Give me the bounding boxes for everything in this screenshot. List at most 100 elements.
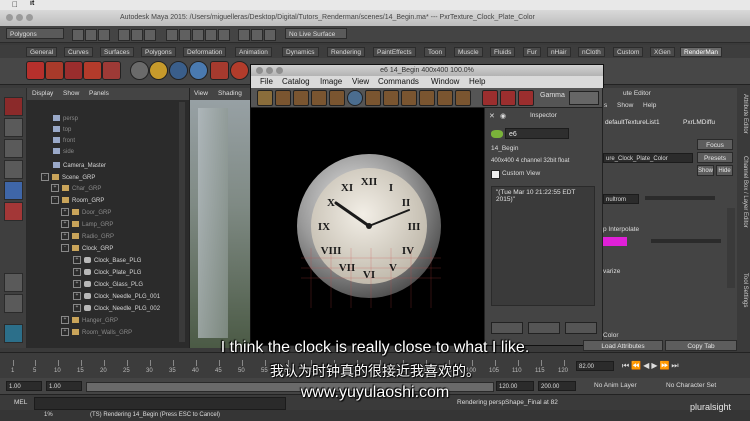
expand-icon[interactable]: + [61, 316, 69, 325]
outliner-item[interactable]: + Door_GRP [61, 208, 111, 219]
outliner-item[interactable]: Camera_Master [53, 161, 106, 172]
expand-icon[interactable]: + [73, 280, 81, 289]
outliner-item[interactable]: top [53, 125, 71, 136]
first-frame-icon[interactable] [482, 90, 498, 106]
shelf-tab-muscle[interactable]: Muscle [454, 47, 483, 57]
move-tool-icon[interactable] [4, 160, 23, 179]
menu-set-dropdown[interactable]: Polygons [6, 28, 64, 39]
crop-icon[interactable] [257, 90, 273, 106]
sun-light-icon[interactable] [149, 61, 168, 80]
custom-view-checkbox[interactable] [491, 170, 500, 179]
viewport-menu-view[interactable]: View [194, 90, 208, 97]
inspector-button-3[interactable] [565, 322, 597, 334]
paint-select-tool-icon[interactable] [4, 139, 23, 158]
inspector-button-1[interactable] [491, 322, 523, 334]
snap-grid-icon[interactable] [166, 29, 178, 41]
select-hierarchy-icon[interactable] [118, 29, 130, 41]
scale-tool-icon[interactable] [4, 202, 23, 221]
outliner-item[interactable]: + Lamp_GRP [61, 220, 113, 231]
zoom-window-button[interactable] [26, 14, 33, 21]
shelf-tab-renderman[interactable]: RenderMan [680, 47, 722, 57]
renderman-render-icon[interactable] [26, 61, 45, 80]
render-menu-view[interactable]: View [352, 77, 369, 86]
render-current-icon[interactable] [238, 29, 250, 41]
renderman-ipr-icon[interactable] [45, 61, 64, 80]
viewport-panel[interactable]: View Shading [190, 88, 250, 348]
hide-button[interactable]: Hide [716, 165, 733, 176]
rotate-tool-icon[interactable] [4, 181, 23, 200]
expand-icon[interactable]: + [61, 328, 69, 337]
close-window-button[interactable] [256, 67, 263, 74]
pxr-texture-icon[interactable] [230, 61, 249, 80]
outliner-item[interactable]: + Room_Walls_GRP [61, 328, 132, 339]
env-light-icon[interactable] [169, 61, 188, 80]
shelf-tab-painteffects[interactable]: PaintEffects [373, 47, 416, 57]
show-button[interactable]: Show [697, 165, 714, 176]
zoom-window-button[interactable] [276, 67, 283, 74]
collapse-icon[interactable]: - [41, 173, 49, 182]
single-pane-layout-icon[interactable] [4, 273, 23, 292]
outliner-item[interactable]: - Clock_GRP [61, 244, 113, 255]
outliner-item[interactable]: + Clock_Needle_PLG_001 [73, 292, 160, 303]
display-real-size-icon[interactable] [419, 90, 435, 106]
close-window-button[interactable] [6, 14, 13, 21]
shelf-tab-xgen[interactable]: XGen [650, 47, 675, 57]
shelf-tab-deformation[interactable]: Deformation [183, 47, 227, 57]
outliner-item[interactable]: side [53, 147, 74, 158]
expand-icon[interactable]: + [73, 256, 81, 265]
snap-point-icon[interactable] [192, 29, 204, 41]
minimize-window-button[interactable] [16, 14, 23, 21]
color-picker-icon[interactable] [455, 90, 471, 106]
shelf-tab-rendering[interactable]: Rendering [327, 47, 365, 57]
outliner-item[interactable]: - Scene_GRP [41, 173, 95, 184]
refresh-icon[interactable] [365, 90, 381, 106]
inspector-eye-icon[interactable]: ◉ [500, 112, 506, 120]
pxr-material-icon[interactable] [210, 61, 229, 80]
color-slider[interactable] [651, 239, 721, 243]
outliner-item[interactable]: + Clock_Needle_PLG_002 [73, 304, 160, 315]
shelf-tab-polygons[interactable]: Polygons [141, 47, 176, 57]
shelf-tab-toon[interactable]: Toon [424, 47, 447, 57]
shelf-tab-surfaces[interactable]: Surfaces [100, 47, 134, 57]
render-settings-icon[interactable] [264, 29, 276, 41]
ae-tab-texture-list[interactable]: defaultTextureList1 [605, 119, 660, 126]
display-rgb-icon[interactable] [383, 90, 399, 106]
renderman-batch-icon[interactable] [83, 61, 102, 80]
shelf-tab-general[interactable]: General [26, 47, 58, 57]
display-alpha-icon[interactable] [401, 90, 417, 106]
outliner-item[interactable]: front [53, 136, 75, 147]
node-name-field[interactable]: ure_Clock_Plate_Color [603, 153, 693, 163]
outliner-menu-display[interactable]: Display [32, 90, 53, 97]
filter-dropdown[interactable]: nultrom [603, 194, 639, 204]
exposure-icon[interactable] [437, 90, 453, 106]
snapshot-icon[interactable] [293, 90, 309, 106]
image-name-field[interactable]: e6 [505, 128, 569, 139]
ae-tab-pxrlmdiffuse[interactable]: PxrLMDiffu [683, 119, 715, 126]
ipr-icon[interactable] [347, 90, 363, 106]
sphere-light-icon[interactable] [189, 61, 208, 80]
rendered-image[interactable]: XII I II III IV V VI VII VIII IX X XI [251, 108, 484, 345]
outliner-item[interactable]: + Hanger_GRP [61, 316, 118, 327]
shelf-tab-ncloth[interactable]: nCloth [578, 47, 605, 57]
expand-icon[interactable]: + [61, 220, 69, 229]
image-notes[interactable]: "(Tue Mar 10 21:22:55 EDT 2015)" [491, 186, 595, 306]
renderman-lights-icon[interactable] [102, 61, 121, 80]
save-scene-icon[interactable] [98, 29, 110, 41]
outliner-menu-show[interactable]: Show [63, 90, 79, 97]
shelf-tab-curves[interactable]: Curves [64, 47, 93, 57]
shelf-tab-fur[interactable]: Fur [523, 47, 541, 57]
outliner-item[interactable]: + Clock_Glass_PLG [73, 280, 143, 291]
ae-menu-list[interactable]: s [604, 102, 607, 109]
ipr-render-icon[interactable] [251, 29, 263, 41]
minimize-window-button[interactable] [266, 67, 273, 74]
expand-icon[interactable]: + [61, 208, 69, 217]
shelf-tab-dynamics[interactable]: Dynamics [282, 47, 319, 57]
eye-icon[interactable] [130, 61, 149, 80]
shelf-tab-nhair[interactable]: nHair [547, 47, 571, 57]
outliner-item[interactable]: + Clock_Plate_PLG [73, 268, 141, 279]
render-menu-commands[interactable]: Commands [378, 77, 419, 86]
collapse-icon[interactable]: - [61, 244, 69, 253]
inspector-button-2[interactable] [528, 322, 560, 334]
render-menu-catalog[interactable]: Catalog [282, 77, 310, 86]
last-frame-icon[interactable] [518, 90, 534, 106]
